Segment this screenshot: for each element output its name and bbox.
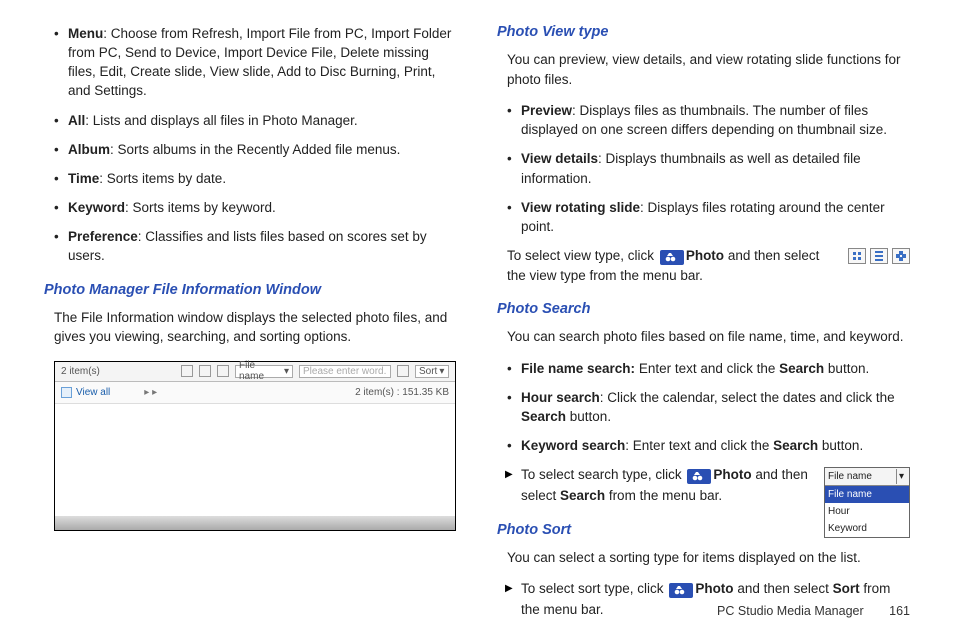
bullet-preview: Preview: Displays files as thumbnails. T… xyxy=(507,101,910,139)
file-info-paragraph: The File Information window displays the… xyxy=(44,308,457,347)
page-footer: PC Studio Media Manager 161 xyxy=(717,604,910,618)
figure-sort-select: Sort▾ xyxy=(415,365,449,378)
footer-page-number: 161 xyxy=(889,604,910,618)
bullet-view-details: View details: Displays thumbnails as wel… xyxy=(507,149,910,187)
bullet-preference: Preference: Classifies and lists files b… xyxy=(54,227,457,265)
figure-items-info: 2 item(s) : 151.35 KB xyxy=(355,387,449,398)
sort-paragraph: You can select a sorting type for items … xyxy=(497,548,910,568)
heading-photo-search: Photo Search xyxy=(497,301,910,317)
rotating-view-icon xyxy=(217,365,229,377)
footer-section: PC Studio Media Manager xyxy=(717,604,864,618)
bullet-keyword: Keyword: Sorts items by keyword. xyxy=(54,198,457,217)
photo-icon xyxy=(687,469,711,484)
photo-icon xyxy=(669,583,693,598)
bullet-menu: Menu: Choose from Refresh, Import File f… xyxy=(54,24,457,101)
folder-icon xyxy=(61,387,72,398)
search-type-dropdown: File name▾ File name Hour Keyword xyxy=(824,467,910,538)
rotating-view-icon xyxy=(892,248,910,264)
search-bullets: File name search: Enter text and click t… xyxy=(497,359,910,456)
left-bullet-list: Menu: Choose from Refresh, Import File f… xyxy=(44,24,457,266)
right-column: Photo View type You can preview, view de… xyxy=(497,24,910,584)
search-icon xyxy=(397,365,409,377)
dropdown-opt-hour: Hour xyxy=(825,503,909,520)
view-type-icons xyxy=(848,248,910,264)
figure-search-type: File name▾ xyxy=(235,365,293,378)
dropdown-opt-keyword: Keyword xyxy=(825,520,909,537)
bullet-filename-search: File name search: Enter text and click t… xyxy=(507,359,910,378)
list-view-icon xyxy=(199,365,211,377)
detail-view-icon xyxy=(870,248,888,264)
figure-view-all: View all ▸ ▸ xyxy=(61,387,157,398)
view-type-bullets: Preview: Displays files as thumbnails. T… xyxy=(497,101,910,236)
dropdown-header: File name▾ xyxy=(825,468,909,486)
bullet-all: All: Lists and displays all files in Pho… xyxy=(54,111,457,130)
thumbnail-view-icon xyxy=(848,248,866,264)
heading-view-type: Photo View type xyxy=(497,24,910,40)
heading-file-info: Photo Manager File Information Window xyxy=(44,282,457,298)
file-info-figure: 2 item(s) File name▾ Please enter word. … xyxy=(54,361,456,531)
bullet-time: Time: Sorts items by date. xyxy=(54,169,457,188)
figure-search-input: Please enter word. xyxy=(299,365,391,378)
thumbnail-view-icon xyxy=(181,365,193,377)
view-type-paragraph: You can preview, view details, and view … xyxy=(497,50,910,89)
search-select-row: To select search type, click Photo and t… xyxy=(497,465,910,506)
bullet-hour-search: Hour search: Click the calendar, select … xyxy=(507,388,910,426)
left-column: Menu: Choose from Refresh, Import File f… xyxy=(44,24,457,584)
figure-item-count: 2 item(s) xyxy=(61,366,100,377)
photo-icon xyxy=(660,250,684,265)
bullet-keyword-search: Keyword search: Enter text and click the… xyxy=(507,436,910,455)
view-type-select-row: To select view type, click Photo and the… xyxy=(497,246,910,285)
bullet-album: Album: Sorts albums in the Recently Adde… xyxy=(54,140,457,159)
figure-subbar: View all ▸ ▸ 2 item(s) : 151.35 KB xyxy=(55,382,455,404)
dropdown-opt-filename: File name xyxy=(825,486,909,503)
figure-toolbar: 2 item(s) File name▾ Please enter word. … xyxy=(55,362,455,382)
bullet-view-rotating: View rotating slide: Displays files rota… xyxy=(507,198,910,236)
search-paragraph: You can search photo files based on file… xyxy=(497,327,910,347)
chevron-down-icon: ▾ xyxy=(896,469,906,484)
figure-scrollbar xyxy=(55,516,455,530)
